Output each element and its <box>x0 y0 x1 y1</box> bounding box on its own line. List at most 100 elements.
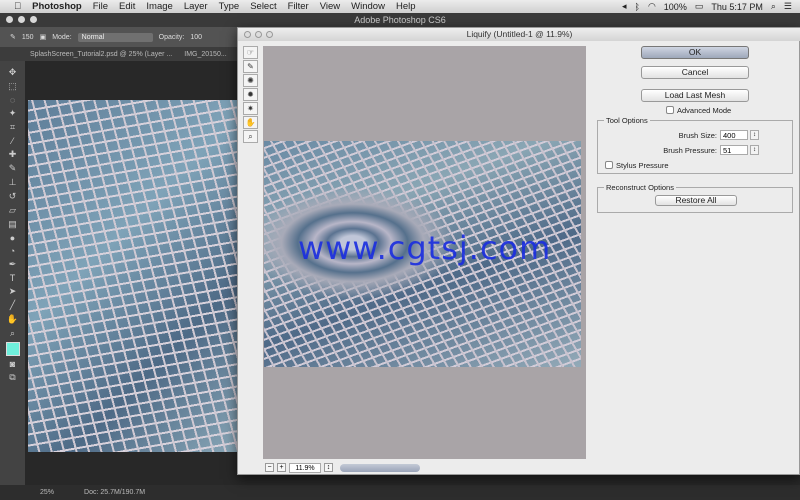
color-swatches[interactable] <box>5 342 20 356</box>
eraser-icon[interactable]: ▱ <box>9 205 16 216</box>
tool-options-legend: Tool Options <box>606 116 648 125</box>
liquify-dialog: Liquify (Untitled-1 @ 11.9%) ☞ ✎ ✺ ✹ ✷ ✋… <box>237 27 800 475</box>
zoom-field[interactable]: 11.9% <box>289 462 321 473</box>
forward-warp-tool-icon[interactable]: ☞ <box>243 46 258 59</box>
crop-tool-icon[interactable]: ⌗ <box>10 122 15 133</box>
watermark: www.cgtsj.com <box>298 229 552 267</box>
opacity-label: Opacity: <box>158 33 185 41</box>
stamp-tool-icon[interactable]: ⊥ <box>9 177 17 188</box>
photoshop-titlebar: Adobe Photoshop CS6 <box>0 13 800 27</box>
brush-tool-icon[interactable]: ✎ <box>10 33 16 41</box>
mode-select[interactable]: Normal <box>77 32 153 42</box>
screen-mode-icon[interactable]: ⧉ <box>9 372 15 383</box>
document-canvas[interactable] <box>28 100 240 452</box>
stylus-pressure-checkbox[interactable] <box>605 161 613 169</box>
magic-wand-icon[interactable]: ✦ <box>9 108 17 119</box>
gradient-tool-icon[interactable]: ▤ <box>8 219 17 230</box>
wifi-icon[interactable]: ◠ <box>648 1 656 12</box>
pucker-tool-icon[interactable]: ✹ <box>243 88 258 101</box>
reconstruct-options-legend: Reconstruct Options <box>606 183 674 192</box>
window-title: Adobe Photoshop CS6 <box>354 15 446 25</box>
menu-file[interactable]: File <box>93 1 108 12</box>
menu-edit[interactable]: Edit <box>119 1 135 12</box>
healing-brush-icon[interactable]: ✚ <box>9 149 17 160</box>
menu-view[interactable]: View <box>320 1 340 12</box>
path-select-icon[interactable]: ➤ <box>9 286 17 297</box>
menu-app[interactable]: Photoshop <box>32 1 82 12</box>
zoom-tool-icon[interactable]: ⌕ <box>10 328 15 339</box>
menu-filter[interactable]: Filter <box>288 1 309 12</box>
marquee-tool-icon[interactable]: ⬚ <box>8 81 17 92</box>
mode-label: Mode: <box>52 33 72 41</box>
hand-tool-icon[interactable]: ✋ <box>7 314 18 325</box>
eyedropper-icon[interactable]: ⁄ <box>12 136 14 146</box>
battery-icon[interactable]: ▭ <box>695 1 704 12</box>
document-tabs: SplashScreen_Tutorial2.psd @ 25% (Layer … <box>0 47 240 61</box>
stylus-pressure-label: Stylus Pressure <box>616 161 669 170</box>
status-bar: 25% Doc: 25.7M/190.7M <box>0 485 800 500</box>
zoom-stepper[interactable]: ↕ <box>324 463 333 472</box>
brush-panel-icon[interactable]: ▣ <box>40 33 47 41</box>
menu-type[interactable]: Type <box>219 1 240 12</box>
apple-menu-icon[interactable]:  <box>14 1 21 12</box>
blur-tool-icon[interactable]: ● <box>10 233 15 243</box>
quick-mask-icon[interactable]: ◙ <box>10 359 15 369</box>
tab-splashscreen[interactable]: SplashScreen_Tutorial2.psd @ 25% (Layer … <box>30 51 172 58</box>
clock[interactable]: Thu 5:17 PM <box>711 2 763 12</box>
ok-button[interactable]: OK <box>641 46 749 59</box>
spotlight-icon[interactable]: ⌕ <box>771 1 776 12</box>
menu-image[interactable]: Image <box>146 1 172 12</box>
options-bar: ✎ 150 ▣ Mode: Normal Opacity: 100 <box>0 27 240 47</box>
tab-img[interactable]: IMG_20150... <box>184 51 226 58</box>
brush-tool-icon[interactable]: ✎ <box>9 163 17 174</box>
zoom-tool-icon[interactable]: ⌕ <box>243 130 258 143</box>
brush-pressure-stepper[interactable]: ↕ <box>750 145 759 155</box>
menu-window[interactable]: Window <box>351 1 385 12</box>
hand-tool-icon[interactable]: ✋ <box>243 116 258 129</box>
twirl-tool-icon[interactable]: ✺ <box>243 74 258 87</box>
pen-tool-icon[interactable]: ✒ <box>9 259 17 270</box>
brush-pressure-input[interactable]: 51 <box>720 145 748 155</box>
liquify-preview[interactable]: www.cgtsj.com <box>263 46 586 459</box>
reconstruct-tool-icon[interactable]: ✎ <box>243 60 258 73</box>
menu-select[interactable]: Select <box>250 1 276 12</box>
opacity-value[interactable]: 100 <box>190 34 202 41</box>
notification-icon[interactable]: ☰ <box>784 1 792 12</box>
menu-layer[interactable]: Layer <box>184 1 208 12</box>
cancel-button[interactable]: Cancel <box>641 66 749 79</box>
brush-size-input[interactable]: 400 <box>720 130 748 140</box>
dialog-close-button[interactable] <box>244 31 251 38</box>
zoom-window-button[interactable] <box>30 16 37 23</box>
close-window-button[interactable] <box>6 16 13 23</box>
lasso-tool-icon[interactable]: ◌ <box>10 95 15 105</box>
zoom-out-button[interactable]: − <box>265 463 274 472</box>
move-tool-icon[interactable]: ✥ <box>9 67 17 78</box>
horizontal-scrollbar[interactable] <box>340 463 420 472</box>
zoom-controls: − + 11.9% ↕ <box>263 461 586 474</box>
type-tool-icon[interactable]: T <box>10 273 16 283</box>
bluetooth-icon[interactable]: ᛒ <box>635 2 640 12</box>
brush-size-stepper[interactable]: ↕ <box>750 130 759 140</box>
dialog-minimize-button[interactable] <box>255 31 262 38</box>
zoom-in-button[interactable]: + <box>277 463 286 472</box>
dialog-titlebar: Liquify (Untitled-1 @ 11.9%) <box>238 28 800 41</box>
status-tray: ◂ ᛒ ◠ 100% ▭ Thu 5:17 PM ⌕ ☰ <box>622 0 792 13</box>
battery-text: 100% <box>663 1 687 12</box>
load-last-mesh-button[interactable]: Load Last Mesh <box>641 89 749 102</box>
minimize-window-button[interactable] <box>18 16 25 23</box>
advanced-mode-checkbox[interactable] <box>666 106 674 114</box>
history-brush-icon[interactable]: ↺ <box>9 191 17 202</box>
dialog-zoom-button[interactable] <box>266 31 273 38</box>
menu-help[interactable]: Help <box>396 1 416 12</box>
zoom-level[interactable]: 25% <box>40 489 54 496</box>
volume-icon[interactable]: ◂ <box>622 1 627 12</box>
line-tool-icon[interactable]: ╱ <box>10 300 15 311</box>
doc-size[interactable]: Doc: 25.7M/190.7M <box>84 489 145 496</box>
restore-all-button[interactable]: Restore All <box>655 195 737 206</box>
dialog-title: Liquify (Untitled-1 @ 11.9%) <box>466 29 573 39</box>
dodge-tool-icon[interactable]: ◔ <box>10 246 15 256</box>
advanced-mode-label: Advanced Mode <box>677 106 732 115</box>
bloat-tool-icon[interactable]: ✷ <box>243 102 258 115</box>
brush-size[interactable]: 150 <box>22 34 34 41</box>
tools-panel: ✥ ⬚ ◌ ✦ ⌗ ⁄ ✚ ✎ ⊥ ↺ ▱ ▤ ● ◔ ✒ T ➤ ╱ ✋ ⌕ … <box>0 61 25 485</box>
